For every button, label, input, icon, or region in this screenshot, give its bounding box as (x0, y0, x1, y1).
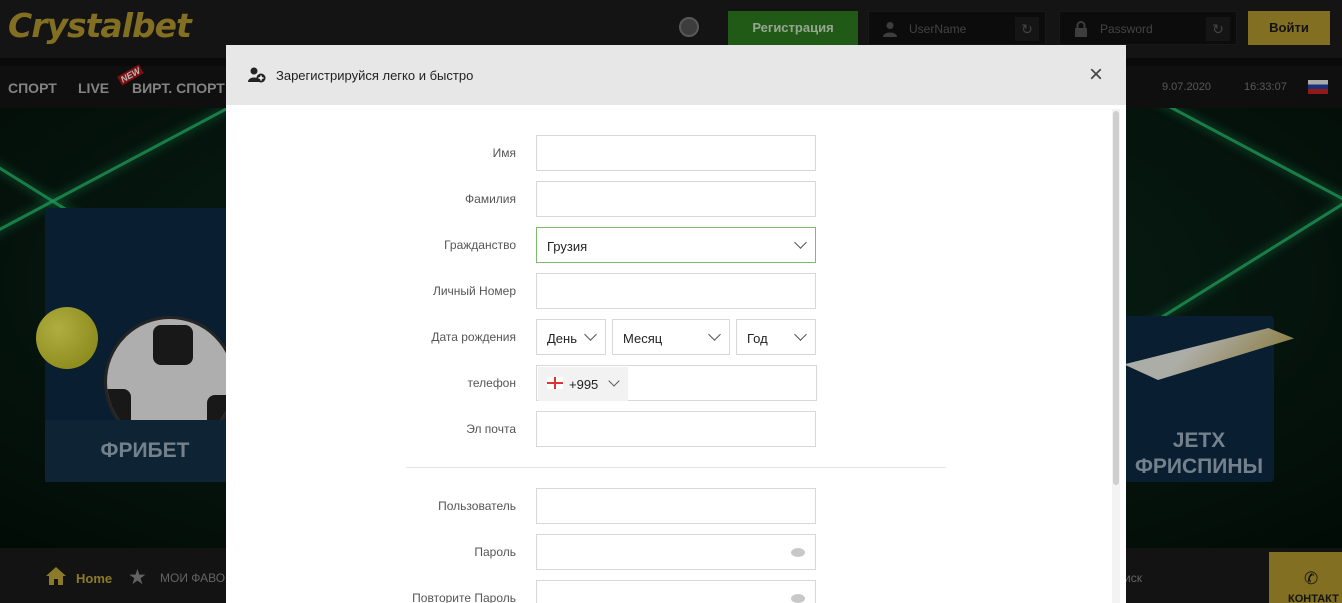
repeat-password-input[interactable] (536, 580, 816, 603)
email-input[interactable] (536, 411, 816, 447)
eye-icon[interactable] (791, 548, 805, 557)
phone-input[interactable]: +995 (536, 365, 817, 401)
georgia-flag-icon (547, 377, 563, 389)
username-input[interactable] (536, 488, 816, 524)
first-name-label: Имя (492, 146, 516, 160)
user-plus-icon (248, 67, 266, 83)
chevron-down-icon (794, 328, 807, 341)
first-name-input[interactable] (536, 135, 816, 171)
chevron-down-icon (708, 328, 721, 341)
close-icon[interactable]: × (1086, 63, 1106, 87)
chevron-down-icon (584, 328, 597, 341)
citizenship-value: Грузия (547, 239, 588, 254)
birth-day-select[interactable]: День (536, 319, 606, 355)
scrollbar-thumb[interactable] (1113, 111, 1119, 485)
birth-year-select[interactable]: Год (736, 319, 816, 355)
chevron-down-icon (608, 375, 620, 387)
form-divider (406, 467, 946, 468)
registration-modal: Зарегистрируйся легко и быстро × Имя Фам… (226, 45, 1126, 603)
personal-number-input[interactable] (536, 273, 816, 309)
birth-date-label: Дата рождения (431, 330, 516, 344)
modal-header: Зарегистрируйся легко и быстро × (226, 45, 1126, 105)
phone-country-select[interactable]: +995 (538, 367, 628, 401)
last-name-label: Фамилия (465, 192, 516, 206)
birth-month-select[interactable]: Месяц (612, 319, 730, 355)
modal-title: Зарегистрируйся легко и быстро (276, 68, 474, 83)
password-label: Пароль (474, 545, 516, 559)
birth-year-value: Год (747, 331, 768, 346)
last-name-input[interactable] (536, 181, 816, 217)
citizenship-select[interactable]: Грузия (536, 227, 816, 263)
personal-number-label: Личный Номер (432, 284, 516, 298)
citizenship-label: Гражданство (444, 238, 516, 252)
phone-label: телефон (467, 376, 517, 390)
password-input[interactable] (536, 534, 816, 570)
birth-month-value: Месяц (623, 331, 663, 346)
username-label: Пользователь (438, 499, 516, 513)
eye-icon[interactable] (791, 594, 805, 603)
phone-code: +995 (569, 377, 599, 392)
chevron-down-icon (794, 236, 807, 249)
repeat-password-label: Повторите Пароль (412, 591, 516, 603)
email-label: Эл почта (466, 422, 516, 436)
birth-day-value: День (547, 331, 577, 346)
